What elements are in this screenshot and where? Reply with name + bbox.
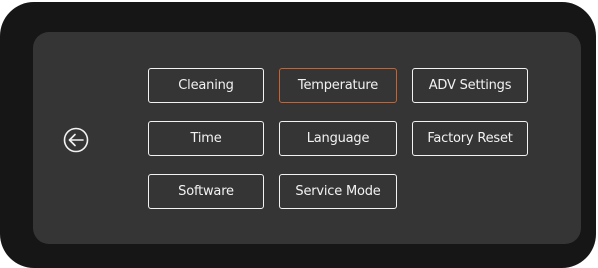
factory-reset-button[interactable]: Factory Reset [412,121,528,156]
settings-screen: Cleaning Temperature ADV Settings Time L… [33,32,581,244]
time-button[interactable]: Time [148,121,264,156]
cleaning-button[interactable]: Cleaning [148,68,264,103]
temperature-button[interactable]: Temperature [279,68,397,103]
adv-settings-button[interactable]: ADV Settings [412,68,528,103]
back-button[interactable] [62,126,90,154]
device-bezel: Cleaning Temperature ADV Settings Time L… [0,2,596,268]
back-arrow-circle-icon [63,127,89,153]
software-button[interactable]: Software [148,174,264,209]
language-button[interactable]: Language [279,121,397,156]
service-mode-button[interactable]: Service Mode [279,174,397,209]
